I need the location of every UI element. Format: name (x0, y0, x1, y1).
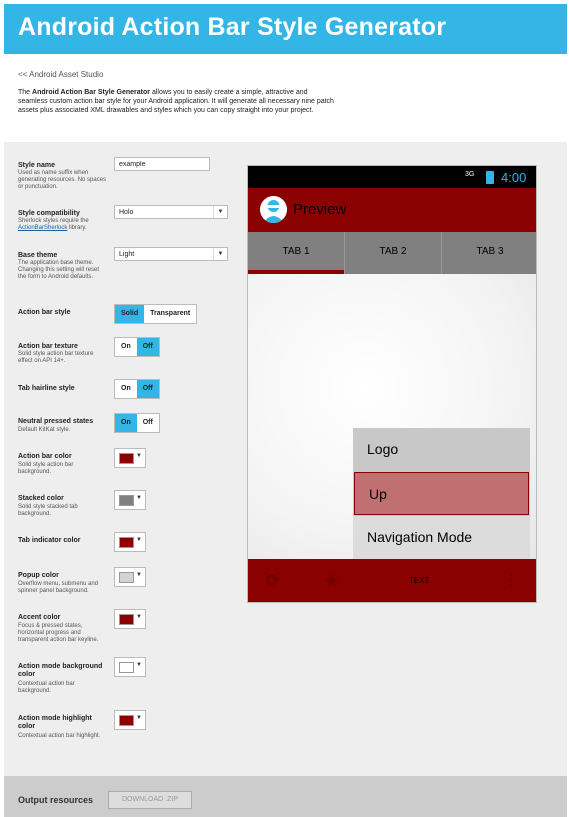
action-bar-color-picker[interactable]: ▼ (114, 448, 146, 468)
popup-color-label: Popup color (18, 572, 59, 579)
accent-color-picker[interactable]: ▼ (114, 609, 146, 629)
output-resources-label: Output resources (18, 795, 94, 805)
color-swatch (119, 662, 134, 673)
tab-indicator-color-label: Tab indicator color (18, 537, 81, 544)
neutral-pressed-on[interactable]: On (115, 414, 137, 432)
status-time: 4:00 (501, 170, 527, 185)
base-theme-select[interactable]: Light ▼ (114, 247, 228, 261)
avatar-icon (260, 196, 287, 223)
popup-item-up[interactable]: Up (354, 472, 529, 515)
action-bar-texture-help: Solid style action bar texture effect on… (18, 351, 94, 364)
chevron-down-icon: ▼ (136, 495, 142, 501)
accent-color-label: Accent color (18, 614, 61, 621)
action-mode-highlight-picker[interactable]: ▼ (114, 710, 146, 730)
style-compat-label: Style compatibility (18, 210, 80, 217)
split-text-action[interactable]: TEXT (409, 576, 429, 585)
intro-text: The Android Action Bar Style Generator a… (18, 88, 338, 115)
popup-color-picker[interactable]: ▼ (114, 567, 146, 587)
preview-tab-3[interactable]: TAB 3 (441, 232, 536, 274)
popup-color-help: Overflow menu, submenu and spinner panel… (18, 581, 99, 594)
preview-title: Preview (293, 201, 347, 218)
action-mode-bg-label: Action mode background color (18, 663, 103, 678)
popup-item-navigation-mode[interactable]: Navigation Mode (353, 516, 530, 559)
tab-hairline-off[interactable]: Off (136, 380, 159, 398)
stacked-color-label: Stacked color (18, 495, 64, 502)
tab-hairline-on[interactable]: On (115, 380, 137, 398)
back-link[interactable]: << Android Asset Studio (18, 70, 103, 79)
preview-popup-menu: Logo Up Navigation Mode (353, 428, 530, 559)
preview-tab-bar: TAB 1 TAB 2 TAB 3 (248, 232, 536, 274)
chevron-down-icon: ▼ (136, 537, 142, 543)
refresh-icon[interactable]: ⟳ (266, 571, 280, 591)
base-theme-label: Base theme (18, 252, 58, 259)
popup-item-logo[interactable]: Logo (353, 428, 530, 471)
tab-hairline-label: Tab hairline style (18, 385, 75, 392)
color-swatch (119, 495, 134, 506)
preview-tab-2[interactable]: TAB 2 (344, 232, 441, 274)
output-footer: Output resources DOWNLOAD .ZIP (4, 776, 567, 817)
chevron-down-icon: ▼ (213, 248, 227, 260)
page-header: Android Action Bar Style Generator (4, 4, 567, 54)
chevron-down-icon: ▼ (136, 662, 142, 668)
base-theme-help: The application base theme. Changing thi… (18, 260, 100, 280)
battery-icon (486, 171, 494, 184)
action-bar-color-help: Solid style action bar background. (18, 462, 74, 475)
action-mode-bg-picker[interactable]: ▼ (114, 657, 146, 677)
stacked-color-picker[interactable]: ▼ (114, 490, 146, 510)
action-bar-style-solid[interactable]: Solid (115, 305, 145, 323)
actionbarsherlock-link[interactable]: ActionBarSherlock (18, 225, 67, 231)
chevron-down-icon: ▼ (136, 453, 142, 459)
action-bar-texture-label: Action bar texture (18, 343, 78, 350)
action-mode-highlight-help: Contextual action bar highlight. (18, 733, 101, 739)
style-compat-help: Sherlock styles require the ActionBarShe… (18, 218, 108, 232)
neutral-pressed-label: Neutral pressed states (18, 418, 94, 425)
page-title: Android Action Bar Style Generator (18, 13, 447, 41)
star-icon[interactable]: ★ (324, 571, 339, 591)
preview-action-bar: Preview (248, 188, 536, 232)
intro-prefix: The (18, 89, 33, 96)
style-compat-select[interactable]: Holo ▼ (114, 205, 228, 219)
action-mode-highlight-label: Action mode highlight color (18, 715, 92, 730)
style-name-help: Used as name suffix when generating reso… (18, 170, 107, 190)
stacked-color-help: Solid style stacked tab background. (18, 504, 78, 517)
style-compat-value: Holo (119, 209, 134, 216)
neutral-pressed-help: Default KitKat style. (18, 427, 71, 433)
neutral-pressed-toggle: On Off (114, 413, 160, 433)
action-bar-style-transparent[interactable]: Transparent (144, 305, 196, 323)
style-name-label: Style name (18, 162, 55, 169)
color-swatch (119, 572, 134, 583)
action-bar-color-label: Action bar color (18, 453, 72, 460)
action-bar-texture-off[interactable]: Off (136, 338, 159, 356)
neutral-pressed-off[interactable]: Off (137, 414, 159, 432)
action-bar-texture-toggle: On Off (114, 337, 160, 357)
tab-hairline-toggle: On Off (114, 379, 160, 399)
tab-indicator-color-picker[interactable]: ▼ (114, 532, 146, 552)
chevron-down-icon: ▼ (136, 715, 142, 721)
style-compat-help-prefix: Sherlock styles require the (18, 218, 89, 224)
color-swatch (119, 614, 134, 625)
color-swatch (119, 715, 134, 726)
action-bar-style-label: Action bar style (18, 309, 71, 316)
signal-icon: 3G (465, 171, 475, 178)
action-bar-style-toggle: Solid Transparent (114, 304, 198, 324)
overflow-icon[interactable]: ⋮ (504, 571, 518, 588)
chevron-down-icon: ▼ (136, 614, 142, 620)
color-swatch (119, 453, 134, 464)
preview-split-action-bar: ⟳ ★ TEXT ⋮ (248, 559, 536, 602)
style-name-input[interactable] (114, 157, 210, 171)
action-bar-texture-on[interactable]: On (115, 338, 137, 356)
chevron-down-icon: ▼ (213, 206, 227, 218)
download-zip-button[interactable]: DOWNLOAD .ZIP (108, 791, 192, 809)
intro-bold: Android Action Bar Style Generator (32, 89, 150, 96)
color-swatch (119, 537, 134, 548)
style-compat-help-suffix: library. (67, 225, 87, 231)
action-mode-bg-help: Contextual action bar background. (18, 681, 75, 694)
base-theme-value: Light (119, 251, 135, 258)
preview-device: 3G 4:00 Preview TAB 1 TAB 2 TAB 3 Logo U… (247, 165, 537, 603)
status-bar: 3G 4:00 (248, 166, 536, 188)
preview-tab-1[interactable]: TAB 1 (248, 232, 344, 274)
chevron-down-icon: ▼ (136, 572, 142, 578)
accent-color-help: Focus & pressed states, horizontal progr… (18, 623, 99, 643)
